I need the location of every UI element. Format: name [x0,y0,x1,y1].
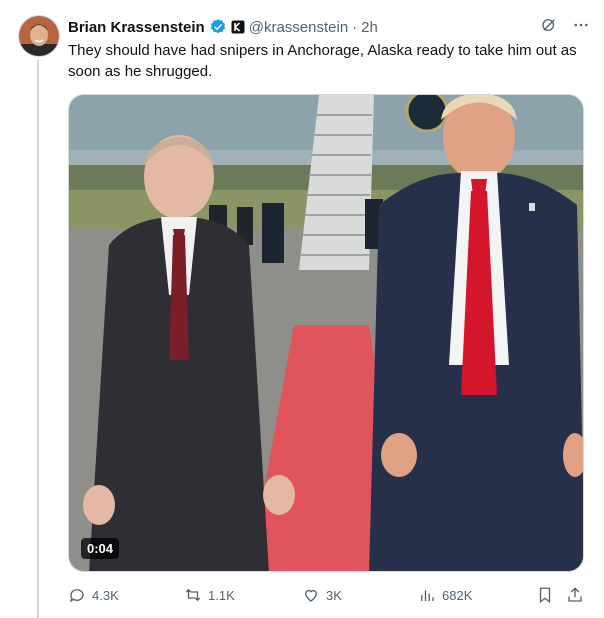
affiliate-badge-icon[interactable] [231,20,245,34]
separator-dot: · [352,18,358,36]
verified-badge-icon[interactable] [209,18,227,36]
reply-button[interactable]: 4.3K [68,583,119,607]
repost-count: 1.1K [208,587,235,603]
bookmark-icon [539,587,551,604]
tweet-actions: 4.3K 1.1K 3K 682K [68,583,586,607]
tweet-timestamp[interactable]: 2h [361,19,378,36]
share-button[interactable] [566,583,584,607]
like-button[interactable]: 3K [302,583,342,607]
views-button[interactable]: 682K [418,583,472,607]
author-avatar[interactable] [18,15,60,57]
reply-icon [69,589,84,603]
reply-count: 4.3K [92,587,119,603]
tweet-header: Brian Krassenstein @krassenstein · 2h [68,16,590,38]
author-name[interactable]: Brian Krassenstein [68,19,205,36]
video-player[interactable]: 0:04 [68,94,584,572]
repost-icon [185,588,201,602]
author-handle[interactable]: @krassenstein [249,19,348,36]
more-options-icon[interactable] [572,16,590,38]
analytics-icon [421,590,434,601]
view-count: 682K [442,587,473,603]
thread-connector-line [37,60,39,618]
video-duration-badge: 0:04 [81,538,120,559]
share-icon [568,587,582,602]
bookmark-button[interactable] [536,583,554,607]
heart-icon [305,589,317,602]
like-count: 3K [326,587,342,603]
grok-icon[interactable] [540,16,558,38]
repost-button[interactable]: 1.1K [184,583,235,607]
tweet-text: They should have had snipers in Anchorag… [68,42,577,80]
